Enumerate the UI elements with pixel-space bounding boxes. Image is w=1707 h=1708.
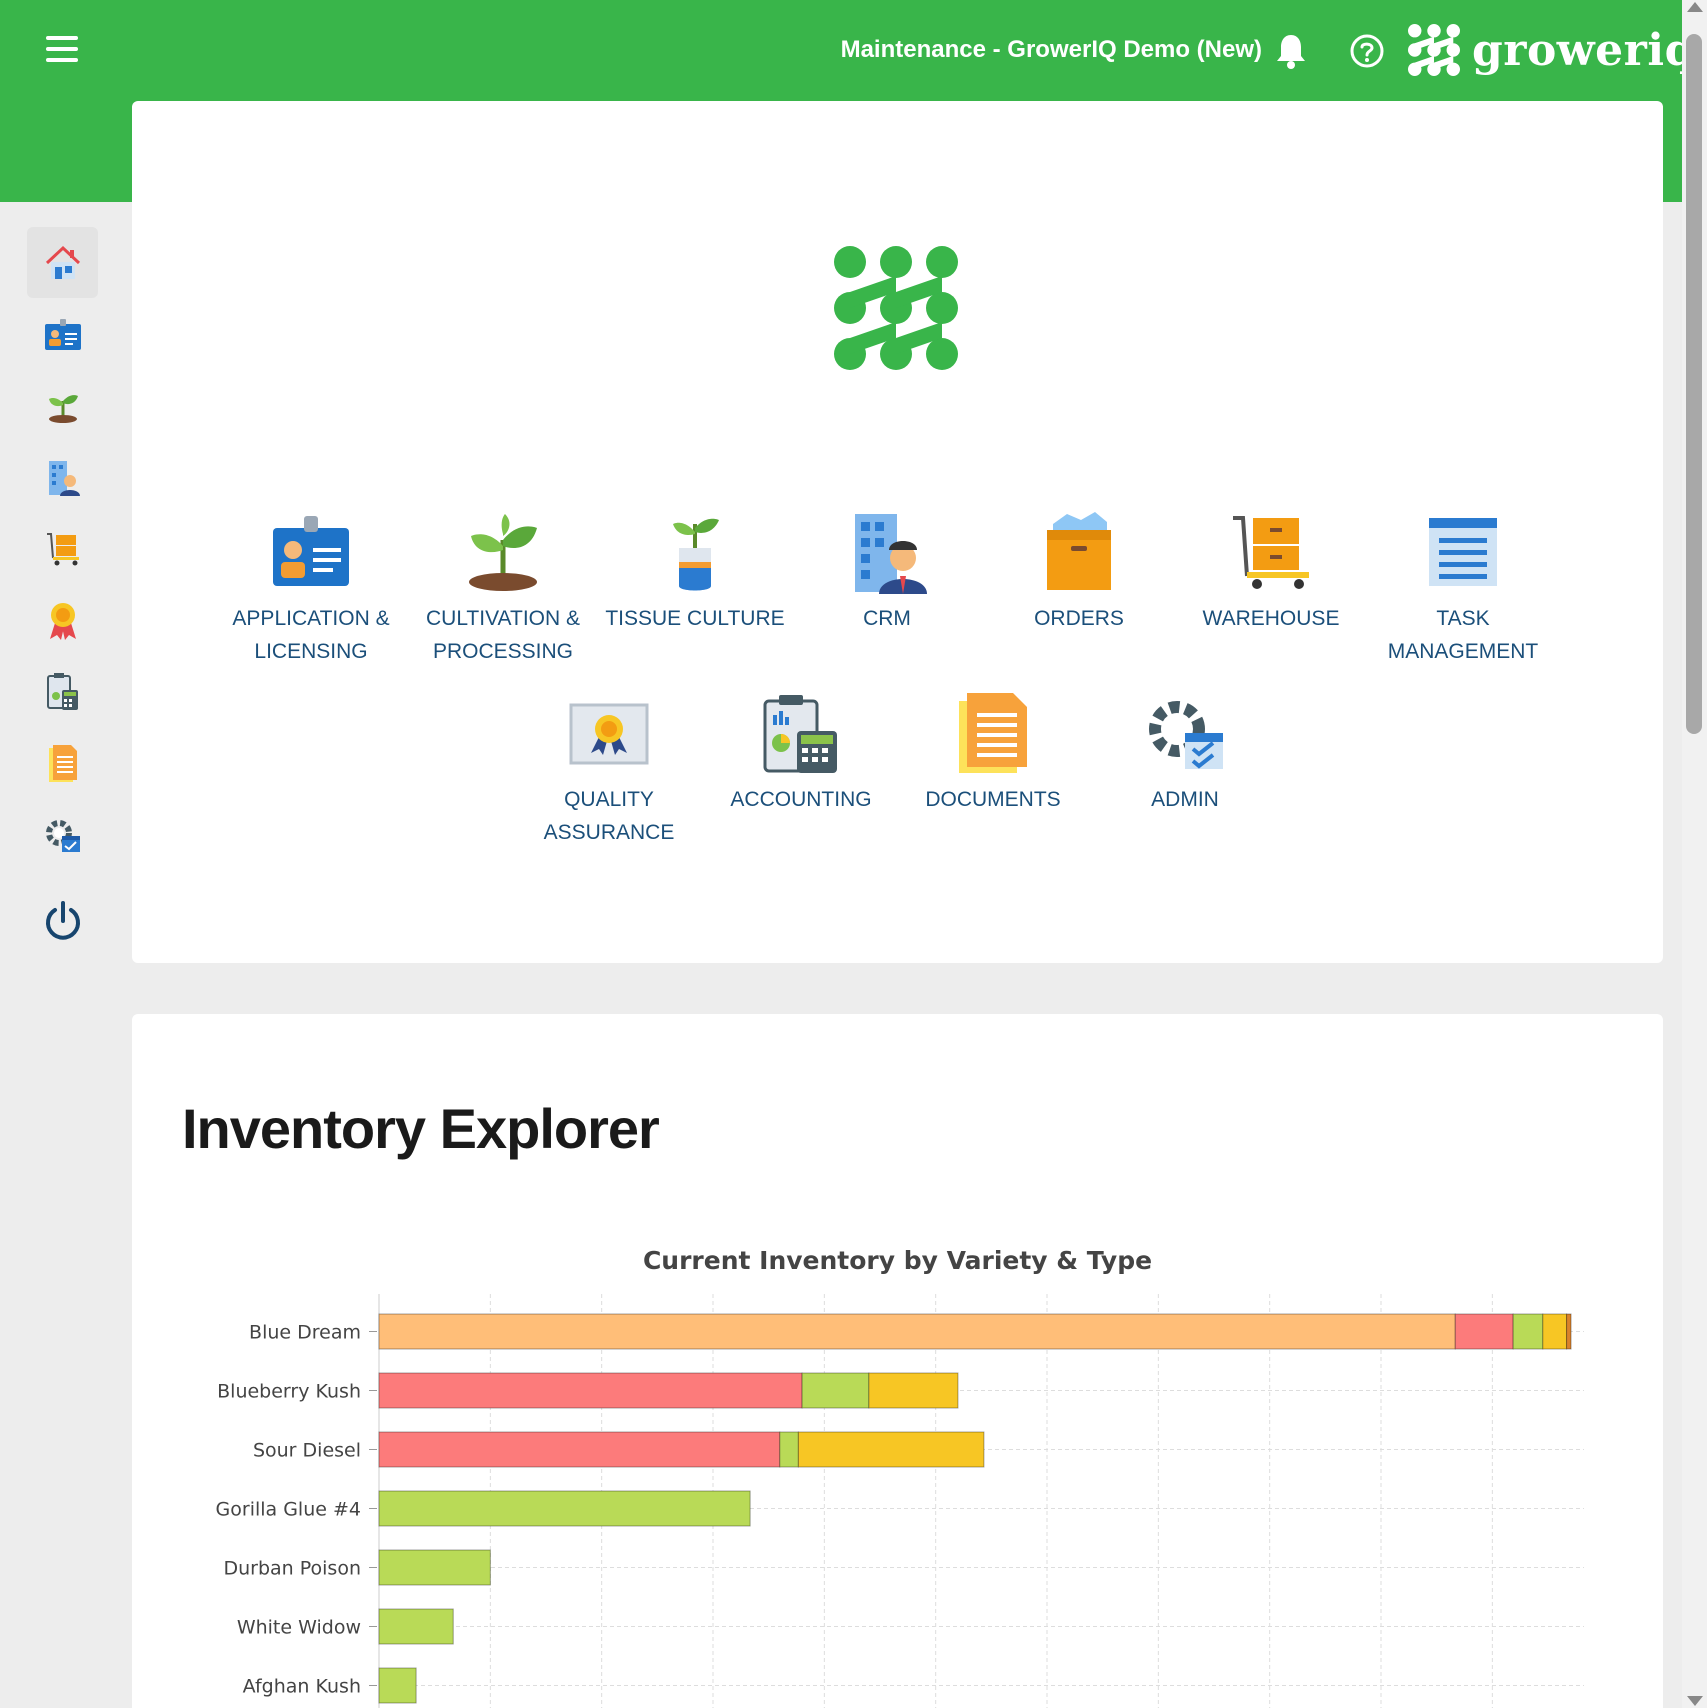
scroll-up-arrow-icon[interactable] bbox=[1687, 2, 1703, 12]
hamburger-menu-icon[interactable] bbox=[46, 36, 84, 66]
sidebar-item-cultivation[interactable] bbox=[27, 370, 98, 441]
bar-segment bbox=[378, 1667, 417, 1704]
inventory-bar-chart[interactable]: Blue Dream Blueberry Kush Sour Diesel Goril… bbox=[132, 1274, 1663, 1708]
module-admin[interactable]: ADMIN bbox=[1090, 691, 1280, 816]
module-task-management[interactable]: TASK MANAGEMENT bbox=[1368, 510, 1558, 668]
module-documents[interactable]: DOCUMENTS bbox=[898, 691, 1088, 816]
bar-segment bbox=[797, 1431, 985, 1468]
bar-segment bbox=[378, 1608, 454, 1645]
accounting-calculator-icon bbox=[46, 672, 78, 710]
module-label: CULTIVATION & PROCESSING bbox=[425, 607, 580, 663]
warehouse-cart-icon bbox=[1233, 516, 1309, 589]
warehouse-cart-icon bbox=[46, 532, 79, 565]
sidebar-item-application[interactable] bbox=[27, 299, 98, 370]
bar-segment bbox=[378, 1313, 1456, 1350]
sidebar-item-accounting[interactable] bbox=[27, 656, 98, 727]
module-label: DOCUMENTS bbox=[925, 788, 1061, 811]
category-label: Sour Diesel bbox=[253, 1440, 361, 1462]
sidebar-item-quality[interactable] bbox=[27, 585, 98, 656]
modules-card: APPLICATION & LICENSING CULTIVATION & PR… bbox=[132, 101, 1663, 963]
bar-segment bbox=[378, 1549, 491, 1586]
groweriq-logo-icon bbox=[1408, 24, 1460, 76]
category-label: Durban Poison bbox=[223, 1558, 361, 1580]
groweriq-hero-logo-icon bbox=[834, 246, 958, 370]
bar-segment bbox=[378, 1431, 781, 1468]
tissue-culture-icon bbox=[673, 518, 719, 591]
scrollbar-thumb[interactable] bbox=[1686, 34, 1702, 734]
module-label: ACCOUNTING bbox=[730, 788, 872, 811]
module-label: WAREHOUSE bbox=[1202, 607, 1340, 630]
module-label: ORDERS bbox=[1034, 607, 1124, 630]
bar-segment bbox=[779, 1431, 799, 1468]
module-crm[interactable]: CRM bbox=[792, 510, 982, 635]
environment-title: Maintenance - GrowerIQ Demo (New) bbox=[840, 36, 1262, 63]
category-label: Blueberry Kush bbox=[217, 1381, 361, 1403]
page-scrollbar[interactable] bbox=[1682, 0, 1707, 1708]
chart-title: Current Inventory by Variety & Type bbox=[642, 1246, 1153, 1275]
category-label: Afghan Kush bbox=[243, 1676, 361, 1698]
bar-segment bbox=[868, 1372, 959, 1409]
bell-icon[interactable] bbox=[1275, 32, 1307, 70]
module-label: TISSUE CULTURE bbox=[605, 607, 785, 630]
category-label: Gorilla Glue #4 bbox=[216, 1499, 361, 1521]
crm-building-person-icon bbox=[48, 460, 80, 496]
home-icon bbox=[45, 245, 80, 279]
category-label: Blue Dream bbox=[249, 1322, 361, 1344]
sidebar-item-warehouse[interactable] bbox=[27, 513, 98, 584]
module-warehouse[interactable]: WAREHOUSE bbox=[1176, 510, 1366, 635]
bar-segment bbox=[378, 1372, 803, 1409]
document-icon bbox=[959, 693, 1027, 773]
bar-segment bbox=[1454, 1313, 1514, 1350]
power-icon bbox=[45, 900, 80, 940]
sidebar-item-home[interactable] bbox=[27, 227, 98, 298]
bar-segment bbox=[1566, 1313, 1572, 1350]
module-tissue-culture[interactable]: TISSUE CULTURE bbox=[600, 510, 790, 635]
module-label: CRM bbox=[863, 607, 911, 630]
sidebar-item-admin[interactable] bbox=[27, 799, 98, 870]
module-quality-assurance[interactable]: QUALITY ASSURANCE bbox=[514, 691, 704, 849]
category-label: White Widow bbox=[237, 1617, 361, 1639]
inventory-explorer-card: Inventory Explorer Current Inventory by … bbox=[132, 1014, 1663, 1708]
module-orders[interactable]: ORDERS bbox=[984, 510, 1174, 635]
brand-logo[interactable]: groweriq bbox=[1408, 24, 1695, 78]
scroll-down-arrow-icon[interactable] bbox=[1687, 1696, 1703, 1706]
document-icon bbox=[48, 744, 77, 782]
brand-wordmark: groweriq bbox=[1472, 25, 1696, 76]
module-cultivation-processing[interactable]: CULTIVATION & PROCESSING bbox=[408, 510, 598, 668]
id-card-icon bbox=[44, 318, 81, 350]
module-label: ADMIN bbox=[1151, 788, 1219, 811]
accounting-calculator-icon bbox=[763, 695, 837, 773]
id-card-icon bbox=[273, 516, 349, 586]
module-label: APPLICATION & LICENSING bbox=[232, 607, 390, 663]
crm-building-person-icon bbox=[855, 514, 927, 594]
admin-gear-icon bbox=[45, 819, 80, 852]
module-label: QUALITY ASSURANCE bbox=[543, 788, 675, 844]
bar-segment bbox=[801, 1372, 870, 1409]
plant-icon bbox=[48, 394, 78, 423]
award-ribbon-icon bbox=[49, 602, 76, 640]
sidebar-nav bbox=[0, 202, 132, 1708]
sidebar-item-logout[interactable] bbox=[27, 885, 98, 956]
help-circle-icon[interactable] bbox=[1349, 33, 1385, 69]
sidebar-item-documents[interactable] bbox=[27, 728, 98, 799]
bar-segment bbox=[1512, 1313, 1544, 1350]
quality-certificate-icon bbox=[569, 703, 649, 765]
task-list-icon bbox=[1429, 518, 1497, 586]
module-label: TASK MANAGEMENT bbox=[1387, 607, 1539, 663]
orders-box-icon bbox=[1047, 512, 1111, 590]
module-application-licensing[interactable]: APPLICATION & LICENSING bbox=[216, 510, 406, 668]
bar-segment bbox=[378, 1490, 751, 1527]
sidebar-item-crm[interactable] bbox=[27, 442, 98, 513]
inventory-heading: Inventory Explorer bbox=[182, 1097, 660, 1160]
admin-gear-icon bbox=[1149, 701, 1223, 769]
plant-icon bbox=[469, 514, 537, 591]
module-accounting[interactable]: ACCOUNTING bbox=[706, 691, 896, 816]
bar-segment bbox=[1542, 1313, 1568, 1350]
